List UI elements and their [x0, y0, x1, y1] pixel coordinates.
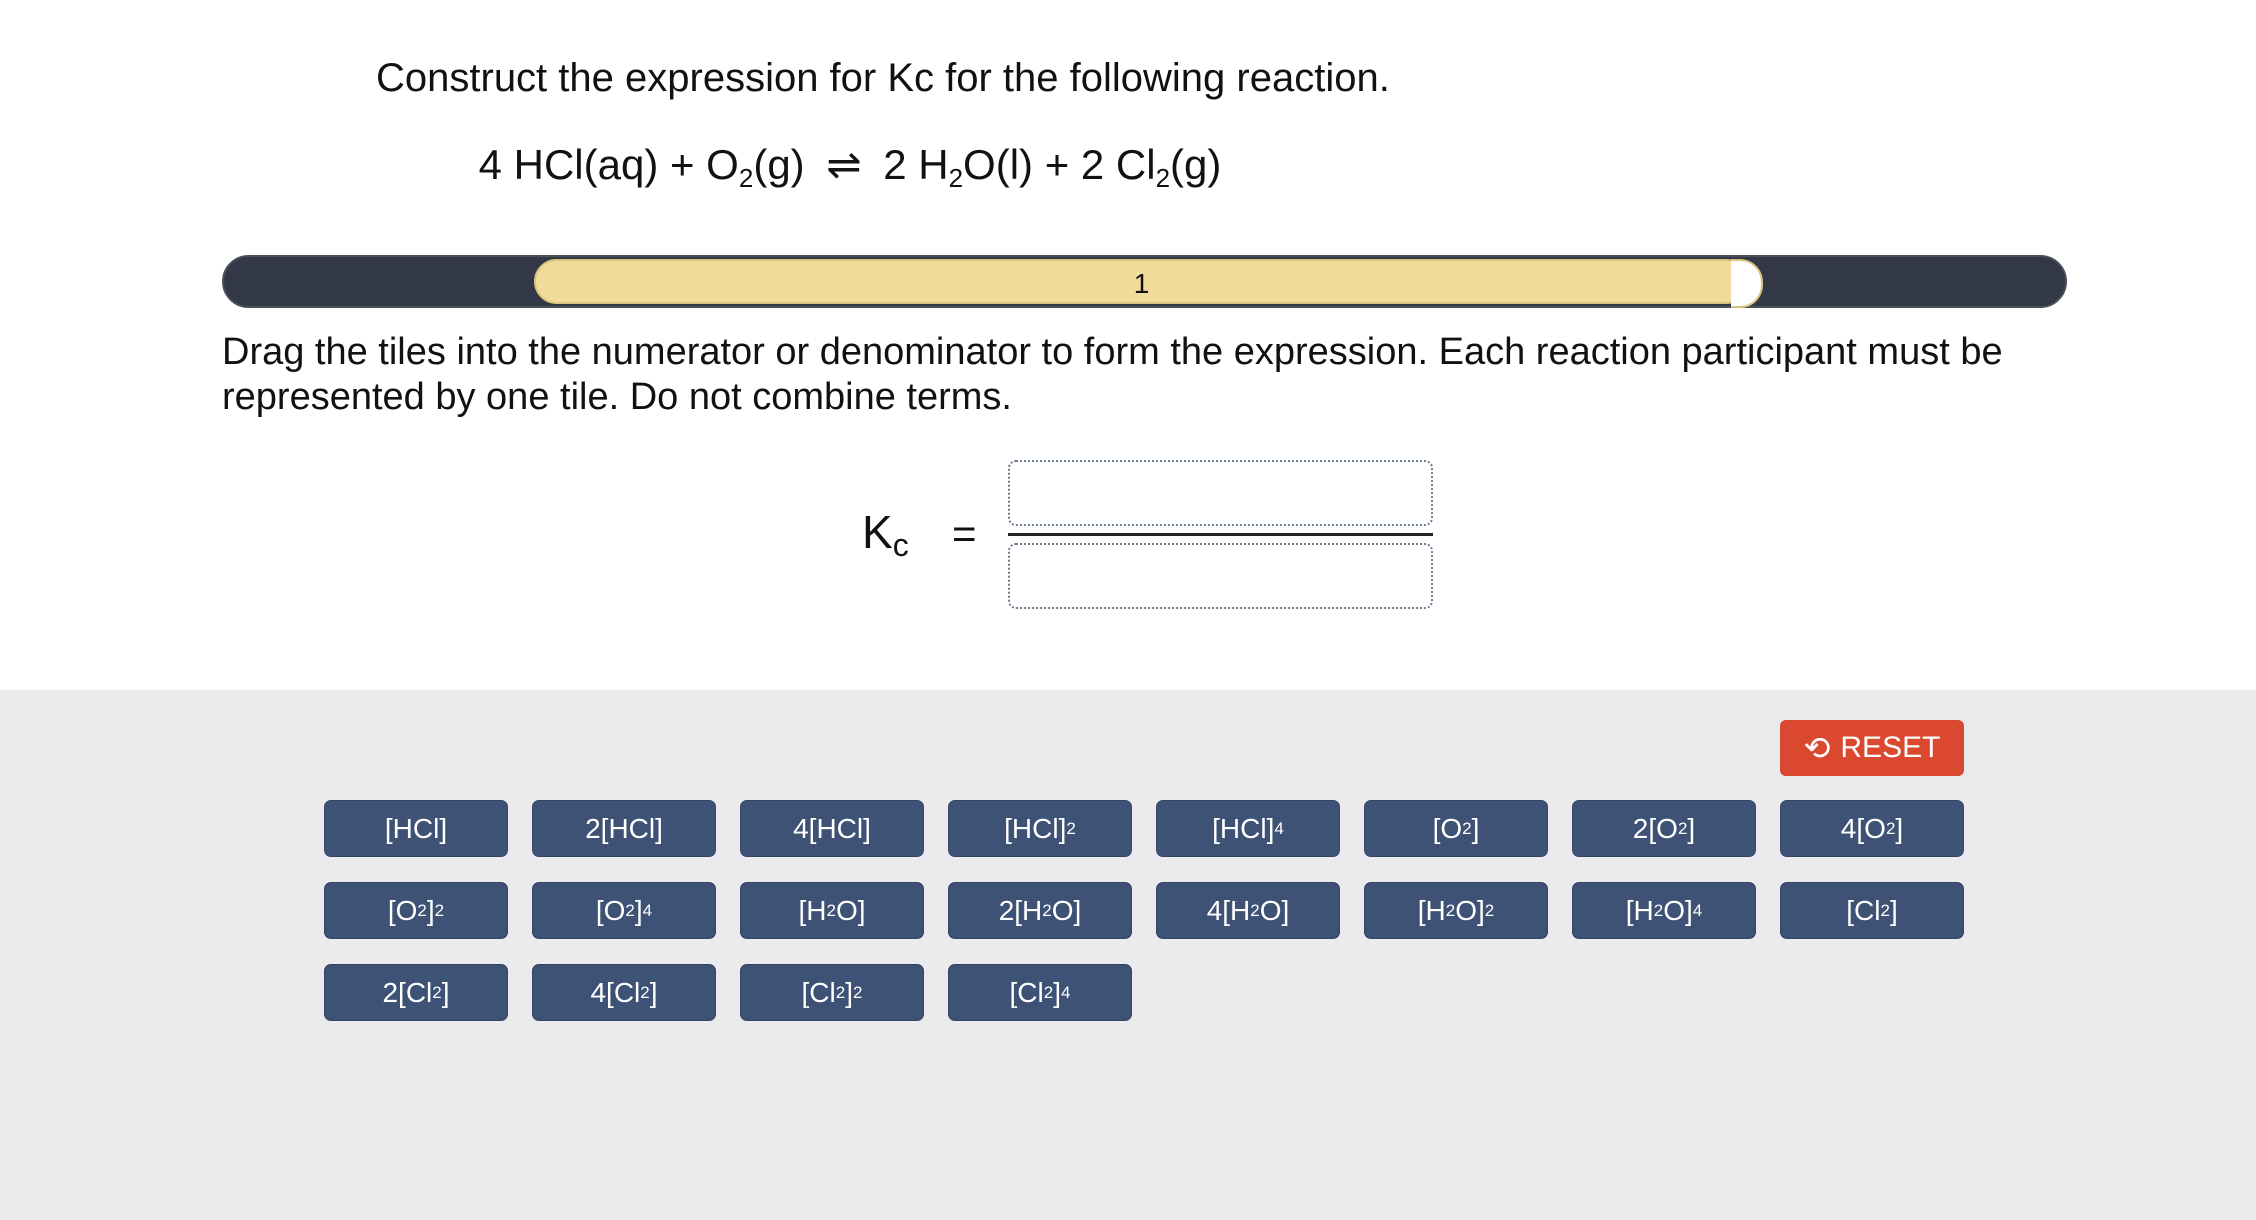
- tile[interactable]: 2[H 2 O]: [948, 882, 1132, 939]
- tile[interactable]: 4[Cl 2]: [532, 964, 716, 1021]
- tile[interactable]: [HCl] 2: [948, 800, 1132, 857]
- numerator-drop-zone[interactable]: [1008, 460, 1433, 526]
- tile[interactable]: 4[O 2]: [1780, 800, 1964, 857]
- tile[interactable]: [H 2 O] 4: [1572, 882, 1756, 939]
- step-progress-bar: 1: [222, 255, 2067, 308]
- tile[interactable]: [O 2] 2: [324, 882, 508, 939]
- tile[interactable]: [H 2 O] 2: [1364, 882, 1548, 939]
- tile[interactable]: [O 2]: [1364, 800, 1548, 857]
- tile[interactable]: [Cl 2] 4: [948, 964, 1132, 1021]
- tile[interactable]: 2[Cl 2]: [324, 964, 508, 1021]
- equilibrium-arrow-icon: ⇌: [826, 141, 862, 188]
- tile[interactable]: [HCl]: [324, 800, 508, 857]
- instructions-text: Drag the tiles into the numerator or den…: [222, 331, 2003, 418]
- reset-icon: ⟲: [1803, 730, 1831, 766]
- kc-label: Kc: [862, 506, 909, 563]
- equals-sign: =: [952, 510, 977, 557]
- tile[interactable]: [Cl 2]: [1780, 882, 1964, 939]
- reset-button[interactable]: ⟲ RESET: [1780, 720, 1964, 776]
- tile[interactable]: [HCl] 4: [1156, 800, 1340, 857]
- tile[interactable]: [H 2 O]: [740, 882, 924, 939]
- progress-fill: 1: [534, 259, 1763, 308]
- reaction-equation: 4 HCl(aq) + O2(g) ⇌ 2 H2O(l) + 2 Cl2(g): [478, 141, 1222, 193]
- tile[interactable]: 2[HCl]: [532, 800, 716, 857]
- tile[interactable]: 4[HCl]: [740, 800, 924, 857]
- fraction-bar: [1008, 533, 1433, 536]
- tile[interactable]: [O 2] 4: [532, 882, 716, 939]
- progress-step-label: 1: [1133, 268, 1150, 299]
- tile[interactable]: 4[H 2 O]: [1156, 882, 1340, 939]
- question-text: Construct the expression for Kc for the …: [376, 56, 1390, 100]
- tile[interactable]: 2[O 2]: [1572, 800, 1756, 857]
- reset-label: RESET: [1840, 731, 1941, 764]
- denominator-drop-zone[interactable]: [1008, 543, 1433, 609]
- tile[interactable]: [Cl 2] 2: [740, 964, 924, 1021]
